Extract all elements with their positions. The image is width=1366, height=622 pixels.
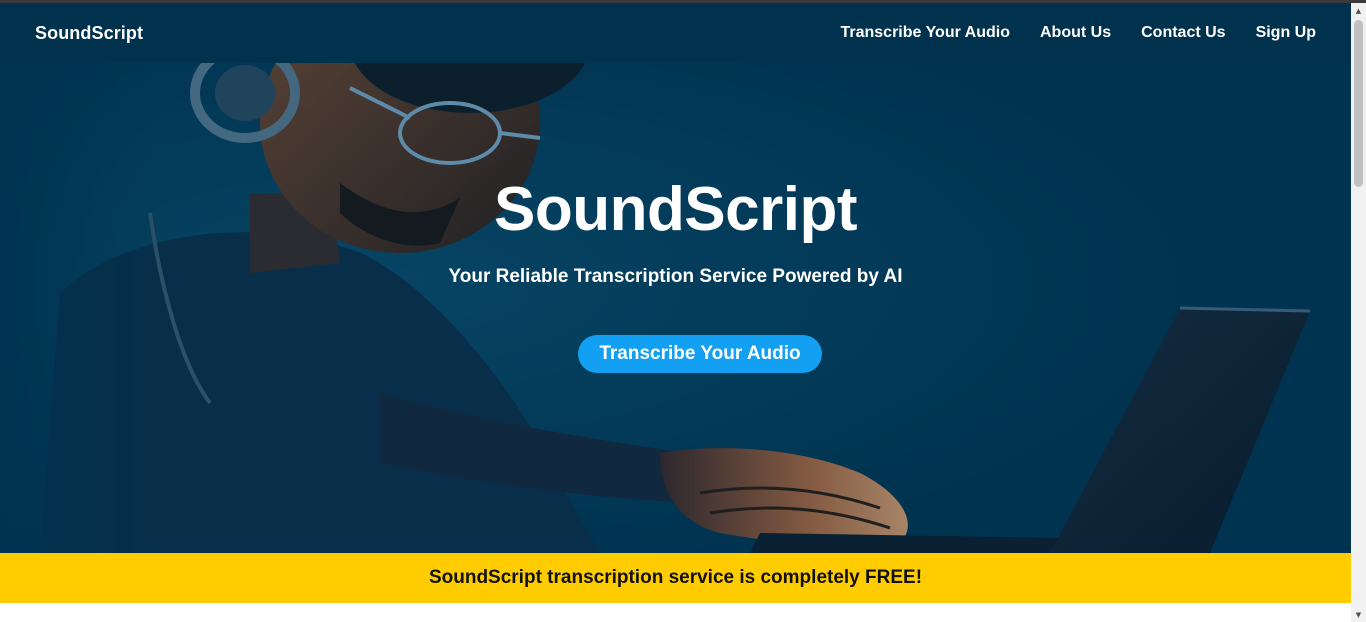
page-body <box>0 603 1351 622</box>
nav-link-contact[interactable]: Contact Us <box>1141 24 1225 42</box>
brand-logo-link[interactable]: SoundScript <box>35 23 143 44</box>
vertical-scrollbar[interactable]: ▲ ▼ <box>1351 3 1366 622</box>
nav-link-transcribe[interactable]: Transcribe Your Audio <box>840 24 1010 42</box>
nav-link-about[interactable]: About Us <box>1040 24 1111 42</box>
scroll-down-arrow-icon[interactable]: ▼ <box>1351 607 1366 622</box>
nav-link-signup[interactable]: Sign Up <box>1256 24 1316 42</box>
page-viewport: SoundScript Transcribe Your Audio About … <box>0 3 1351 622</box>
hero-subtitle: Your Reliable Transcription Service Powe… <box>448 266 903 287</box>
hero-content: SoundScript Your Reliable Transcription … <box>0 63 1351 553</box>
free-service-banner: SoundScript transcription service is com… <box>0 553 1351 603</box>
navbar: SoundScript Transcribe Your Audio About … <box>0 3 1351 63</box>
nav-links: Transcribe Your Audio About Us Contact U… <box>840 24 1316 42</box>
transcribe-cta-button[interactable]: Transcribe Your Audio <box>578 335 822 373</box>
banner-text: SoundScript transcription service is com… <box>428 567 923 588</box>
hero-section: SoundScript Your Reliable Transcription … <box>0 63 1351 553</box>
hero-title: SoundScript <box>493 175 858 244</box>
scrollbar-thumb[interactable] <box>1354 20 1363 187</box>
scroll-up-arrow-icon[interactable]: ▲ <box>1351 3 1366 18</box>
